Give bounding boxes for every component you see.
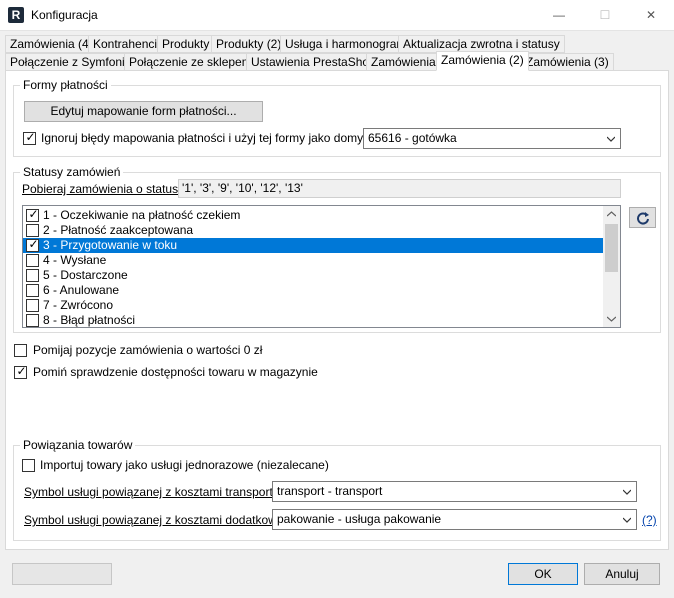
ignore-payment-errors-checkbox[interactable]: ✓: [23, 130, 36, 145]
chevron-down-icon: [623, 517, 631, 523]
payment-group-title: Formy płatności: [20, 78, 111, 92]
app-logo-icon: R: [8, 7, 24, 23]
check-icon: ✓: [28, 237, 39, 251]
fetch-status-field[interactable]: '1', '3', '9', '10', '12', '13': [178, 179, 621, 198]
tab-usluga-harmonogram[interactable]: Usługa i harmonogram: [280, 35, 412, 53]
skip-zero-value-checkbox[interactable]: [14, 344, 27, 357]
status-checkbox[interactable]: [26, 269, 39, 282]
tab-polaczenie-symfonia[interactable]: Połączenie z Symfonią: [5, 53, 137, 71]
tab-ustawienia-prestashop[interactable]: Ustawienia PrestaShop: [246, 53, 381, 71]
status-label: 5 - Dostarczone: [43, 268, 128, 282]
status-list-item[interactable]: 4 - Wysłane: [23, 253, 603, 268]
tab-zamowienia-3[interactable]: Zamówienia (3): [521, 53, 614, 71]
status-list-item[interactable]: ✓ 3 - Przygotowanie w toku: [23, 237, 603, 253]
transport-service-combo[interactable]: transport - transport: [272, 481, 637, 502]
tab-produkty[interactable]: Produkty: [157, 35, 215, 53]
help-link[interactable]: (?): [642, 513, 657, 527]
close-button[interactable]: ✕: [628, 0, 674, 31]
skip-stock-check-checkbox[interactable]: ✓: [14, 364, 27, 379]
status-checkbox[interactable]: ✓: [26, 207, 39, 222]
product-links-group-title: Powiązania towarów: [20, 438, 136, 452]
status-list-item[interactable]: ✓ 1 - Oczekiwanie na płatność czekiem: [23, 207, 603, 223]
skip-stock-check-label: Pomiń sprawdzenie dostępności towaru w m…: [33, 365, 318, 379]
default-payment-value: 65616 - gotówka: [368, 131, 457, 145]
status-checkbox[interactable]: [26, 284, 39, 297]
maximize-button[interactable]: ☐: [582, 0, 628, 31]
ok-button[interactable]: OK: [508, 563, 578, 585]
tab-zamowienia-2[interactable]: Zamówienia (2): [436, 51, 529, 71]
status-label: 1 - Oczekiwanie na płatność czekiem: [43, 208, 241, 222]
status-label: 6 - Anulowane: [43, 283, 120, 297]
chevron-down-icon: [623, 489, 631, 495]
tab-polaczenie-sklep[interactable]: Połączenie ze sklepem: [124, 53, 257, 71]
disabled-button: [12, 563, 112, 585]
chevron-down-icon: [607, 136, 615, 142]
import-as-services-label: Importuj towary jako usługi jednorazowe …: [40, 458, 329, 472]
minimize-button[interactable]: —: [536, 0, 582, 31]
product-links-group: Powiązania towarów Importuj towary jako …: [13, 438, 661, 541]
status-list-item[interactable]: 7 - Zwrócono: [23, 298, 603, 313]
statuses-group-title: Statusy zamówień: [20, 165, 124, 179]
status-label: 7 - Zwrócono: [43, 298, 114, 312]
ignore-payment-errors-label: Ignoruj błędy mapowania płatności i użyj…: [41, 131, 392, 145]
tab-content-panel: Formy płatności Edytuj mapowanie form pł…: [5, 70, 669, 550]
skip-zero-value-label: Pomijaj pozycje zamówienia o wartości 0 …: [33, 343, 263, 357]
status-label: 3 - Przygotowanie w toku: [43, 238, 178, 252]
edit-payment-mapping-button[interactable]: Edytuj mapowanie form płatności...: [24, 101, 263, 122]
tab-zamowienia[interactable]: Zamówienia: [366, 53, 441, 71]
payment-group: Formy płatności Edytuj mapowanie form pł…: [13, 78, 661, 157]
check-icon: ✓: [16, 364, 27, 378]
status-checkbox[interactable]: [26, 314, 39, 327]
refresh-statuses-button[interactable]: [629, 207, 656, 228]
status-checkbox[interactable]: ✓: [26, 237, 39, 252]
statuses-group: Statusy zamówień Pobieraj zamówienia o s…: [13, 165, 661, 333]
status-list-item[interactable]: 5 - Dostarczone: [23, 268, 603, 283]
extra-cost-service-combo[interactable]: pakowanie - usługa pakowanie: [272, 509, 637, 530]
status-list-item[interactable]: 2 - Płatność zaakceptowana: [23, 223, 603, 238]
status-checkbox[interactable]: [26, 224, 39, 237]
check-icon: ✓: [28, 207, 39, 221]
status-label: 4 - Wysłane: [43, 253, 107, 267]
tab-zamowienia-4[interactable]: Zamówienia (4): [5, 35, 98, 53]
status-list[interactable]: ✓ 1 - Oczekiwanie na płatność czekiem 2 …: [22, 205, 621, 328]
status-list-item[interactable]: 6 - Anulowane: [23, 283, 603, 298]
refresh-icon: [636, 212, 649, 225]
scroll-up-icon[interactable]: [607, 211, 616, 217]
import-as-services-checkbox[interactable]: [22, 459, 35, 472]
window-title: Konfiguracja: [31, 8, 98, 22]
extra-cost-service-label: Symbol usługi powiązanej z kosztami doda…: [24, 513, 296, 527]
tab-produkty-2[interactable]: Produkty (2): [211, 35, 287, 53]
status-checkbox[interactable]: [26, 299, 39, 312]
default-payment-combo[interactable]: 65616 - gotówka: [363, 128, 621, 149]
fetch-status-label: Pobieraj zamówienia o statusie:: [22, 182, 191, 196]
title-bar: R Konfiguracja — ☐ ✕: [0, 0, 674, 31]
status-label: 8 - Błąd płatności: [43, 313, 136, 327]
cancel-button[interactable]: Anuluj: [584, 563, 660, 585]
status-label: 2 - Płatność zaakceptowana: [43, 223, 194, 237]
tab-kontrahenci[interactable]: Kontrahenci: [88, 35, 163, 53]
check-icon: ✓: [25, 130, 36, 144]
status-checkbox[interactable]: [26, 254, 39, 267]
extra-cost-service-value: pakowanie - usługa pakowanie: [277, 512, 442, 526]
scroll-down-icon[interactable]: [607, 316, 616, 322]
transport-service-value: transport - transport: [277, 484, 383, 498]
status-list-scrollbar[interactable]: [603, 206, 620, 327]
status-list-item[interactable]: 8 - Błąd płatności: [23, 313, 603, 327]
scrollbar-thumb[interactable]: [605, 224, 618, 272]
transport-service-label: Symbol usługi powiązanej z kosztami tran…: [24, 485, 280, 499]
